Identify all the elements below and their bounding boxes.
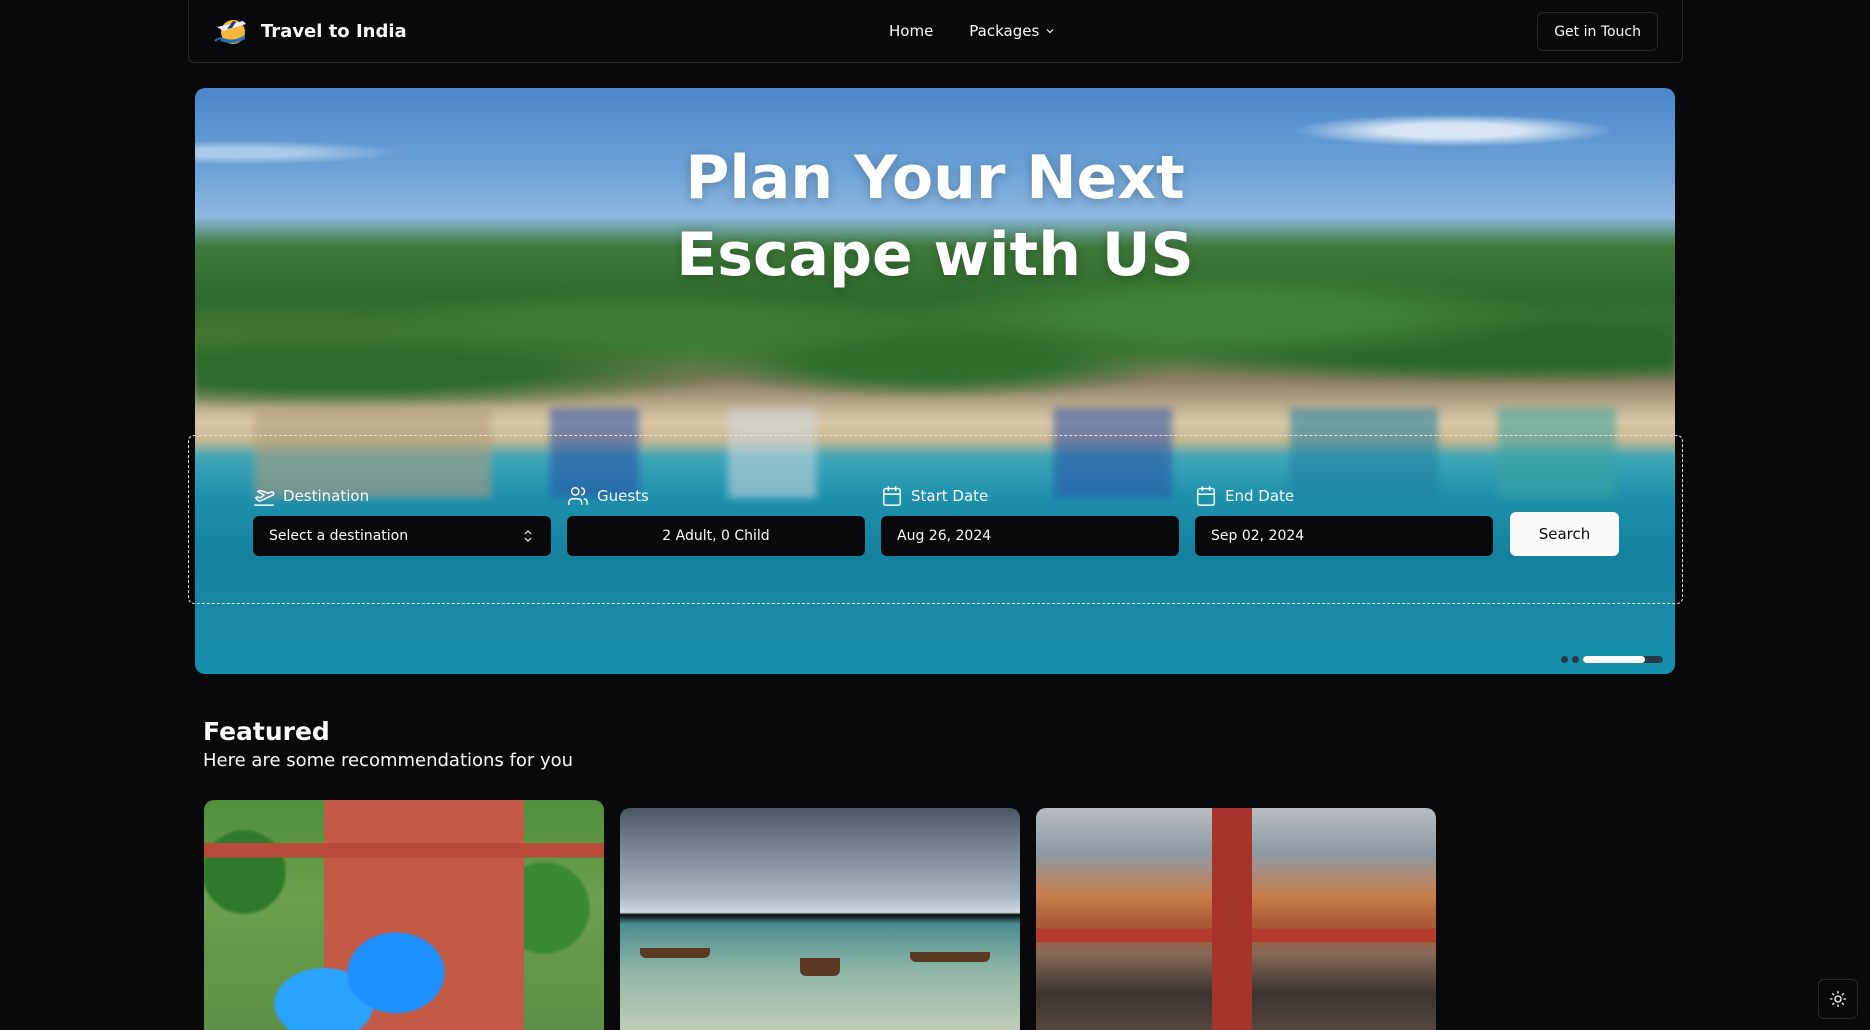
hero-title-line2: Escape with US [676, 220, 1194, 290]
guests-value: 2 Adult, 0 Child [662, 528, 770, 544]
theme-toggle-button[interactable] [1818, 979, 1858, 1019]
start-date-field: Start Date Aug 26, 2024 [881, 484, 1179, 556]
users-icon [568, 487, 588, 505]
destination-select[interactable]: Select a destination [253, 516, 551, 556]
sun-icon [1829, 990, 1847, 1008]
search-button[interactable]: Search [1510, 512, 1619, 556]
featured-title: Featured [203, 717, 330, 746]
calendar-icon [883, 486, 901, 506]
end-date-picker[interactable]: Sep 02, 2024 [1195, 516, 1493, 556]
chevron-down-icon [1046, 29, 1054, 34]
hero-title: Plan Your Next Escape with US [195, 140, 1675, 294]
carousel-dot[interactable] [1572, 656, 1579, 663]
featured-card-beach-boats[interactable] [620, 808, 1020, 1030]
boat-shape [910, 952, 990, 962]
start-date-value: Aug 26, 2024 [897, 528, 992, 544]
start-date-label: Start Date [911, 487, 989, 505]
search-form: Destination Select a destination Guests … [188, 435, 1683, 604]
guests-field: Guests 2 Adult, 0 Child [567, 484, 865, 556]
start-date-picker[interactable]: Aug 26, 2024 [881, 516, 1179, 556]
guests-label: Guests [597, 487, 649, 505]
site-header: Travel to India Home Packages Get in Tou… [188, 0, 1683, 63]
chevron-up-down-icon [524, 530, 532, 542]
end-date-field: End Date Sep 02, 2024 [1195, 484, 1493, 556]
nav-home[interactable]: Home [889, 22, 933, 40]
nav-home-label: Home [889, 22, 934, 40]
boat-shape [640, 948, 710, 958]
calendar-icon [1197, 486, 1215, 506]
resort-image [204, 800, 604, 1030]
featured-subtitle: Here are some recommendations for you [203, 750, 574, 771]
destination-label: Destination [283, 487, 370, 505]
plane-departure-icon [254, 489, 275, 506]
carousel-progress-fill [1583, 656, 1646, 663]
guests-label-row: Guests [567, 484, 865, 508]
carousel-dot[interactable] [1561, 656, 1568, 663]
carousel-indicator[interactable] [1561, 656, 1663, 663]
featured-card-ghat[interactable] [1036, 808, 1436, 1030]
end-date-value: Sep 02, 2024 [1211, 528, 1305, 544]
hero-title-line1: Plan Your Next [685, 143, 1185, 213]
guests-picker[interactable]: 2 Adult, 0 Child [567, 516, 865, 556]
destination-label-row: Destination [253, 484, 551, 508]
brand[interactable]: Travel to India [213, 15, 407, 47]
travel-logo-icon [214, 20, 246, 44]
ghat-image [1036, 808, 1436, 1030]
brand-name: Travel to India [261, 20, 407, 42]
featured-card-resort[interactable] [204, 800, 604, 1030]
boat-shape [800, 958, 840, 976]
main-nav: Home Packages [889, 22, 1055, 40]
get-in-touch-button[interactable]: Get in Touch [1537, 12, 1658, 51]
beach-boats-image [620, 808, 1020, 1030]
destination-field: Destination Select a destination [253, 484, 551, 556]
end-date-label-row: End Date [1195, 484, 1493, 508]
start-date-label-row: Start Date [881, 484, 1179, 508]
nav-packages-label: Packages [969, 22, 1040, 40]
destination-value: Select a destination [269, 528, 409, 544]
end-date-label: End Date [1225, 487, 1295, 505]
nav-packages[interactable]: Packages [969, 22, 1055, 40]
carousel-progress-track[interactable] [1583, 656, 1663, 663]
